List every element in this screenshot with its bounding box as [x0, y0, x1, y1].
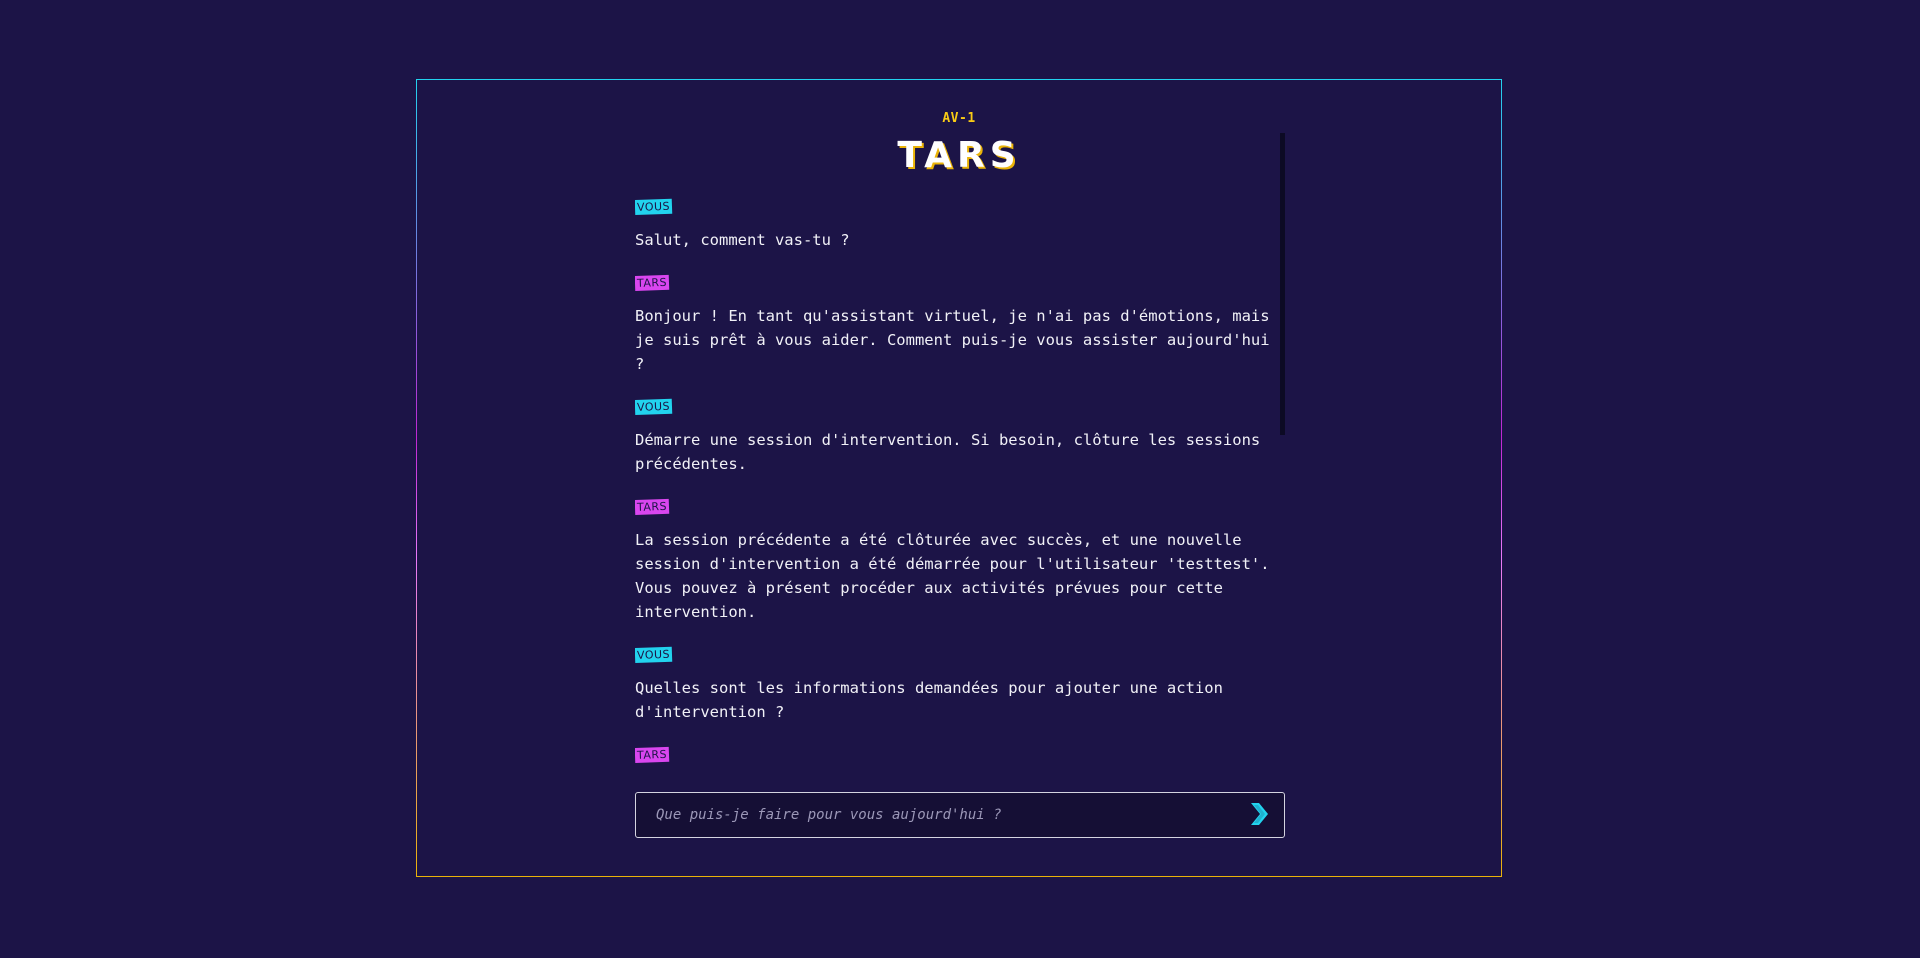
message-bot: TARS: [635, 746, 1285, 776]
message-user: VOUS Salut, comment vas-tu ?: [635, 198, 1285, 252]
chat-input-box: [635, 792, 1285, 838]
assistant-version-label: AV-1: [942, 111, 976, 126]
author-tag-bot: TARS: [635, 746, 670, 763]
assistant-title: TARS: [897, 135, 1021, 176]
chevron-right-icon: [1248, 801, 1270, 830]
message-text: Bonjour ! En tant qu'assistant virtuel, …: [635, 307, 1270, 373]
message-bot: TARS La session précédente a été clôturé…: [635, 498, 1285, 624]
chat-history[interactable]: VOUS Salut, comment vas-tu ? TARS Bonjou…: [635, 198, 1285, 830]
author-tag-user: VOUS: [635, 646, 673, 663]
message-text: Démarre une session d'intervention. Si b…: [635, 431, 1261, 473]
message-bot: TARS Bonjour ! En tant qu'assistant virt…: [635, 274, 1285, 376]
message-text: Salut, comment vas-tu ?: [635, 231, 850, 249]
chat-input[interactable]: [636, 806, 1234, 824]
author-tag-bot: TARS: [635, 498, 670, 515]
message-user: VOUS Démarre une session d'intervention.…: [635, 398, 1285, 476]
chat-panel: AV-1 TARS VOUS Salut, comment vas-tu ? T…: [416, 79, 1502, 877]
author-tag-user: VOUS: [635, 398, 673, 415]
message-text: La session précédente a été clôturée ave…: [635, 531, 1270, 621]
send-button[interactable]: [1234, 793, 1284, 837]
author-tag-bot: TARS: [635, 274, 670, 291]
message-text: Quelles sont les informations demandées …: [635, 679, 1223, 721]
author-tag-user: VOUS: [635, 198, 673, 215]
message-user: VOUS Quelles sont les informations deman…: [635, 646, 1285, 724]
